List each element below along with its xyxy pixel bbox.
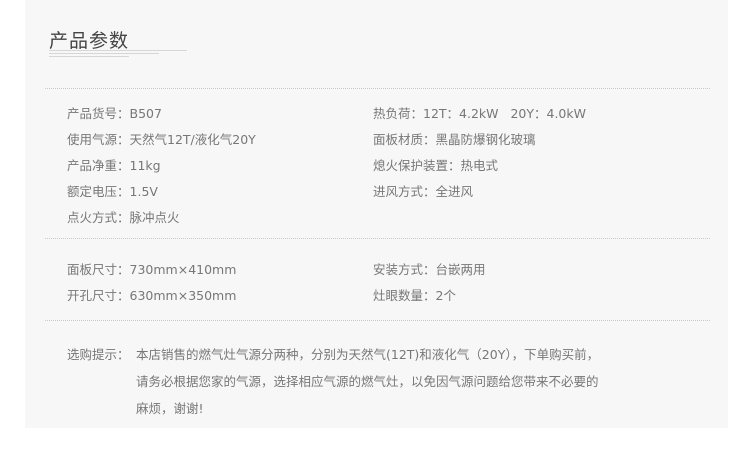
spec-item-heat-load: 热负荷：12T：4.2kW 20Y：4.0kW bbox=[373, 103, 586, 122]
title-decoration bbox=[49, 50, 189, 60]
spec-label: 安装方式： bbox=[373, 262, 436, 277]
spec-item-gas-source: 使用气源：天然气12T/液化气20Y bbox=[67, 129, 256, 148]
tip-line: 本店销售的燃气灶气源分两种，分别为天然气(12T)和液化气（20Y），下单购买前… bbox=[136, 347, 600, 362]
spec-item-installation: 安装方式：台嵌两用 bbox=[373, 259, 486, 278]
spec-label: 产品净重： bbox=[67, 158, 130, 173]
spec-value: 热电式 bbox=[460, 158, 499, 173]
spec-label: 面板尺寸： bbox=[67, 262, 130, 277]
spec-value: 全进风 bbox=[435, 184, 474, 199]
spec-label: 灶眼数量： bbox=[373, 288, 436, 303]
spec-label: 熄火保护装置： bbox=[373, 158, 461, 173]
spec-label: 开孔尺寸： bbox=[67, 288, 130, 303]
spec-value: 脉冲点火 bbox=[129, 210, 180, 225]
spec-value: 台嵌两用 bbox=[435, 262, 486, 277]
tip-line: 请务必根据您家的气源，选择相应气源的燃气灶，以免因气源问题给您带来不必要的 bbox=[136, 374, 599, 389]
spec-item-net-weight: 产品净重：11kg bbox=[67, 155, 161, 174]
section-title: 产品参数 bbox=[49, 30, 130, 52]
tip-line: 麻烦，谢谢! bbox=[136, 401, 204, 416]
spec-item-ignition: 点火方式：脉冲点火 bbox=[67, 207, 180, 226]
spec-label: 额定电压： bbox=[67, 184, 130, 199]
spec-item-voltage: 额定电压：1.5V bbox=[67, 181, 158, 200]
spec-value: 11kg bbox=[129, 158, 161, 173]
spec-item-model: 产品货号：B507 bbox=[67, 103, 162, 122]
product-params-panel: 产品参数 产品货号：B507 使用气源：天然气12T/液化气20Y 产品净重：1… bbox=[25, 0, 728, 428]
spec-value: 630mm×350mm bbox=[129, 288, 237, 303]
spec-value: 730mm×410mm bbox=[129, 262, 237, 277]
divider-top bbox=[45, 88, 710, 89]
divider-bottom bbox=[45, 320, 710, 321]
tip-label: 选购提示： bbox=[67, 347, 130, 362]
spec-value: B507 bbox=[129, 106, 162, 121]
spec-label: 面板材质： bbox=[373, 132, 436, 147]
spec-item-burner-count: 灶眼数量：2个 bbox=[373, 285, 456, 304]
spec-item-cutout-size: 开孔尺寸：630mm×350mm bbox=[67, 285, 236, 304]
spec-item-panel-material: 面板材质：黑晶防爆钢化玻璃 bbox=[373, 129, 536, 148]
spec-item-flameout-protection: 熄火保护装置：热电式 bbox=[373, 155, 498, 174]
spec-label: 使用气源： bbox=[67, 132, 130, 147]
spec-item-panel-size: 面板尺寸：730mm×410mm bbox=[67, 259, 236, 278]
spec-value: 天然气12T/液化气20Y bbox=[129, 132, 256, 147]
spec-label: 热负荷： bbox=[373, 106, 424, 121]
spec-item-air-intake: 进风方式：全进风 bbox=[373, 181, 473, 200]
spec-label: 产品货号： bbox=[67, 106, 130, 121]
spec-label: 进风方式： bbox=[373, 184, 436, 199]
spec-label: 点火方式： bbox=[67, 210, 130, 225]
divider-middle bbox=[45, 238, 710, 239]
spec-value: 黑晶防爆钢化玻璃 bbox=[435, 132, 536, 147]
spec-value: 1.5V bbox=[129, 184, 158, 199]
spec-value: 2个 bbox=[435, 288, 456, 303]
spec-value: 12T：4.2kW 20Y：4.0kW bbox=[423, 106, 586, 121]
